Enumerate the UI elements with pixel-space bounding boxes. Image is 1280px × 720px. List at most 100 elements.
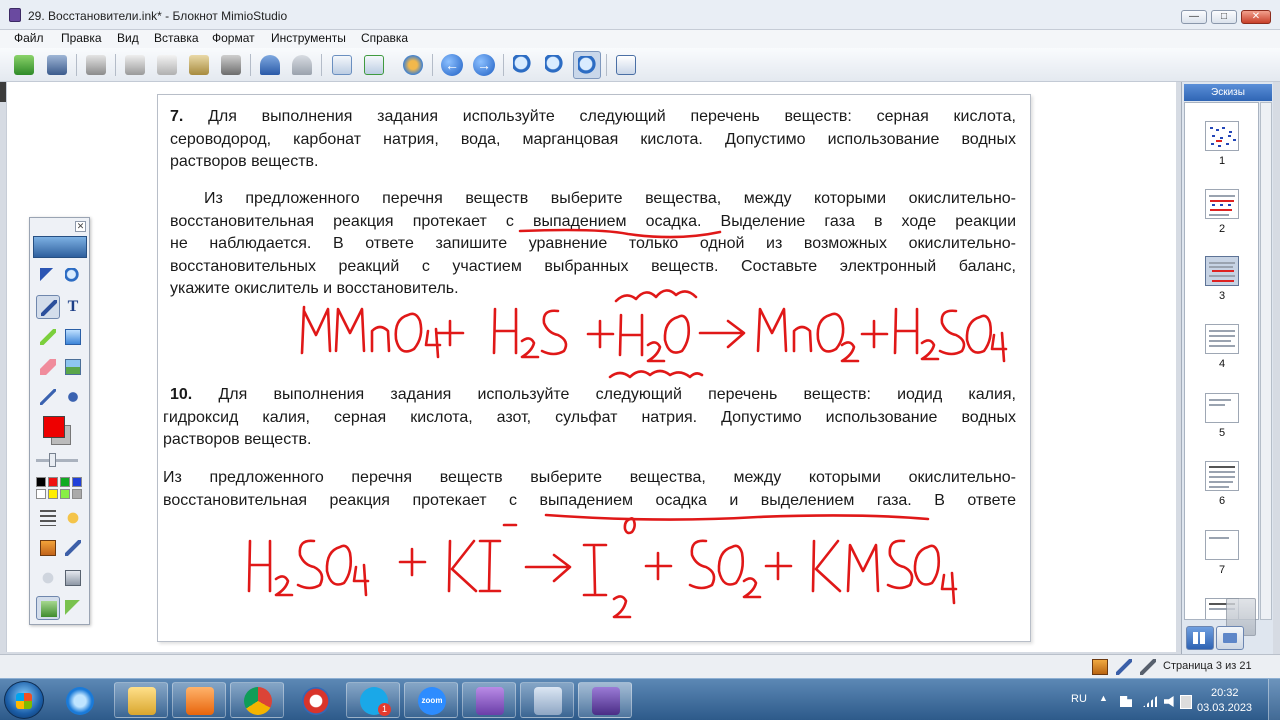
cut-button[interactable] [121,51,149,79]
notebook-page[interactable]: 7. Для выполнения задания используйте сл… [157,94,1031,642]
save-button[interactable] [43,51,71,79]
duplicate-page-button[interactable] [360,51,388,79]
menu-insert[interactable]: Вставка [154,31,199,45]
thumbnail-1[interactable] [1205,121,1239,151]
swatch-green[interactable] [60,477,70,487]
gallery-button[interactable] [399,51,427,79]
thumbnail-4[interactable] [1205,324,1239,354]
fill-tool[interactable] [61,385,85,409]
thumbnails-scrollbar[interactable] [1260,102,1272,620]
delete-icon [221,55,241,75]
zoom-fit-button[interactable] [573,51,601,79]
thumbnail-5[interactable] [1205,393,1239,423]
tools-status-icon[interactable] [1140,659,1156,675]
swatch-white[interactable] [36,489,46,499]
menu-view[interactable]: Вид [117,31,139,45]
thumbnail-6[interactable] [1205,461,1239,491]
pen-tool[interactable] [36,295,60,319]
taskbar-explorer[interactable] [114,682,168,718]
taskbar-zoom[interactable]: zoom [404,682,458,718]
menu-help[interactable]: Справка [361,31,408,45]
clock-date[interactable]: 03.03.2023 [1197,702,1252,714]
menu-edit[interactable]: Правка [61,31,102,45]
volume-icon[interactable] [1164,696,1174,707]
select-tool[interactable] [36,264,60,288]
taskbar-skype[interactable]: 1 [346,682,400,718]
zoom-tool[interactable] [61,264,85,288]
swatch-gray[interactable] [72,489,82,499]
zoom-in-button[interactable] [509,51,537,79]
canvas-area[interactable]: 7. Для выполнения задания используйте сл… [6,82,1176,652]
swatch-blue[interactable] [72,477,82,487]
text-tool[interactable]: T [61,295,85,319]
screen-capture-tool[interactable] [61,566,85,590]
image-tool[interactable] [61,355,85,379]
screen-button[interactable] [612,51,640,79]
previous-page-button[interactable]: ← [438,51,466,79]
tool-palette[interactable]: ✕ T [29,217,90,625]
thickness-slider-knob[interactable] [49,453,56,467]
line-style-tool[interactable] [36,506,60,530]
swatch-light-green[interactable] [60,489,70,499]
notebook-mode-tool[interactable] [36,596,60,620]
eraser-tool[interactable] [36,355,60,379]
thumbnail-2[interactable] [1205,189,1239,219]
show-desktop-button[interactable] [1268,679,1280,720]
zoom-out-button[interactable] [541,51,569,79]
highlighter-icon [40,329,56,345]
print-icon [86,55,106,75]
undo-button[interactable] [256,51,284,79]
thumbnail-3[interactable] [1205,256,1239,286]
language-indicator[interactable]: RU [1071,693,1087,705]
thumbnail-7[interactable] [1205,530,1239,560]
record-tool[interactable] [36,536,60,560]
action-center-icon[interactable] [1120,696,1132,707]
palette-close-button[interactable]: ✕ [75,221,86,232]
swatch-yellow[interactable] [48,489,58,499]
menu-file[interactable]: Файл [14,31,44,45]
current-color[interactable] [43,416,65,438]
network-icon[interactable] [1143,696,1157,707]
shape-tool[interactable] [61,325,85,349]
mouse-mode-tool[interactable] [36,566,60,590]
insert-tool[interactable] [61,596,85,620]
taskbar-media-player[interactable] [172,682,226,718]
thumbnails-list[interactable]: 1 2 3 4 5 6 7 [1184,102,1259,620]
next-page-button[interactable]: → [470,51,498,79]
clock-time[interactable]: 20:32 [1211,687,1239,699]
delete-button[interactable] [217,51,245,79]
swatch-black[interactable] [36,477,46,487]
ink-eq2-S3 [886,539,914,590]
handwriting-ink[interactable] [158,95,1032,643]
swatch-red[interactable] [48,477,58,487]
maximize-button[interactable]: □ [1211,10,1237,24]
open-button[interactable] [10,51,38,79]
tray-expand-icon[interactable]: ▲ [1099,693,1108,703]
tools-menu[interactable] [61,536,85,560]
paste-button[interactable] [185,51,213,79]
print-button[interactable] [82,51,110,79]
highlighter-tool[interactable] [36,325,60,349]
redo-button[interactable] [288,51,316,79]
start-button[interactable] [4,681,44,719]
menu-tools[interactable]: Инструменты [271,31,346,45]
minimize-button[interactable]: — [1181,10,1207,24]
pen-status-icon[interactable] [1116,659,1132,675]
thickness-slider[interactable] [36,459,78,462]
object-style-tool[interactable] [61,506,85,530]
taskbar-ie[interactable] [52,682,106,718]
eyedropper-tool[interactable] [36,385,60,409]
copy-button[interactable] [153,51,181,79]
taskbar-mimio-notebook[interactable] [578,682,632,718]
menu-format[interactable]: Формат [212,31,255,45]
taskbar-chrome[interactable] [230,682,284,718]
new-page-button[interactable] [328,51,356,79]
taskbar-ccleaner[interactable] [288,682,342,718]
record-status-icon[interactable] [1092,659,1108,675]
gallery-tab[interactable] [1216,626,1244,650]
close-button[interactable]: ✕ [1241,10,1271,24]
input-indicator-icon[interactable] [1180,695,1192,709]
taskbar-mimio-studio[interactable] [462,682,516,718]
thumbnails-tab[interactable] [1186,626,1214,650]
taskbar-calculator[interactable] [520,682,574,718]
